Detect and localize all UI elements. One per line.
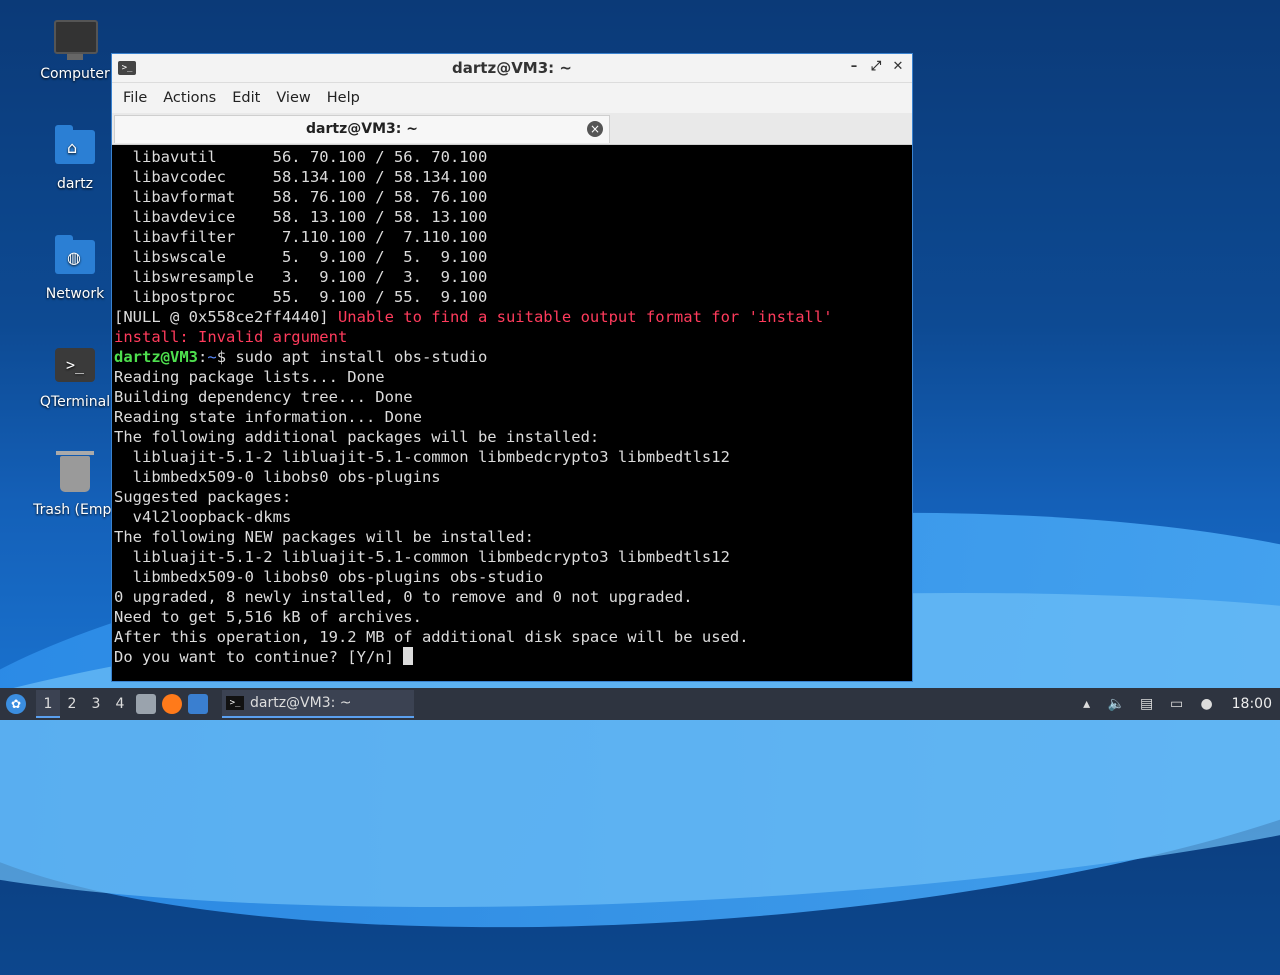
maximize-icon[interactable]: ⤢ bbox=[868, 58, 884, 76]
terminal-error-line: [NULL @ 0x558ce2ff4440] Unable to find a… bbox=[114, 307, 910, 327]
close-icon[interactable]: ✕ bbox=[890, 58, 906, 76]
terminal-line: libluajit-5.1-2 libluajit-5.1-common lib… bbox=[114, 548, 730, 566]
terminal-line: libavdevice 58. 13.100 / 58. 13.100 bbox=[114, 208, 488, 226]
terminal-line: libavutil 56. 70.100 / 56. 70.100 bbox=[114, 148, 488, 166]
terminal-line: 0 upgraded, 8 newly installed, 0 to remo… bbox=[114, 588, 693, 606]
workspace-3[interactable]: 3 bbox=[84, 696, 108, 712]
prompt-dir: ~ bbox=[207, 348, 217, 366]
terminal-input-line[interactable]: Do you want to continue? [Y/n] bbox=[114, 647, 910, 667]
terminal-icon: >_ bbox=[226, 696, 244, 710]
firefox-icon[interactable] bbox=[162, 694, 182, 714]
taskbar-window-label: dartz@VM3: ~ bbox=[250, 695, 352, 711]
menu-file[interactable]: File bbox=[116, 90, 154, 106]
trash-icon bbox=[54, 451, 96, 496]
terminal-line: libmbedx509-0 libobs0 obs-plugins obs-st… bbox=[114, 568, 544, 586]
workspace-2[interactable]: 2 bbox=[60, 696, 84, 712]
menu-edit[interactable]: Edit bbox=[225, 90, 267, 106]
terminal-icon: >_ bbox=[54, 348, 96, 388]
system-tray: ▴ 🔈 ▤ ▭ ● 18:00 bbox=[1072, 688, 1280, 720]
file-manager-icon[interactable] bbox=[136, 694, 156, 714]
terminal-prompt-line: dartz@VM3:~$ sudo apt install obs-studio bbox=[114, 347, 910, 367]
desktop-icon-label: Trash (Empt bbox=[33, 502, 117, 518]
network-folder-icon: ◍ bbox=[54, 235, 96, 280]
terminal-line: libpostproc 55. 9.100 / 55. 9.100 bbox=[114, 288, 488, 306]
workspace-1[interactable]: 1 bbox=[36, 690, 60, 718]
tab-label: dartz@VM3: ~ bbox=[306, 121, 418, 137]
clock[interactable]: 18:00 bbox=[1232, 696, 1272, 712]
terminal-window[interactable]: >_ dartz@VM3: ~ – ⤢ ✕ File Actions Edit … bbox=[111, 53, 913, 682]
start-menu-icon[interactable]: ✿ bbox=[6, 694, 26, 714]
terminal-line: Suggested packages: bbox=[114, 488, 292, 506]
desktop-icon-label: Computer bbox=[40, 66, 110, 82]
terminal-line: libluajit-5.1-2 libluajit-5.1-common lib… bbox=[114, 448, 730, 466]
prompt-sep: : bbox=[198, 348, 208, 366]
continue-prompt: Do you want to continue? [Y/n] bbox=[114, 648, 404, 666]
terminal-line: libavfilter 7.110.100 / 7.110.100 bbox=[114, 228, 488, 246]
computer-icon bbox=[54, 20, 98, 60]
tab-bar: dartz@VM3: ~ × bbox=[112, 113, 912, 145]
tab-terminal[interactable]: dartz@VM3: ~ × bbox=[114, 115, 610, 143]
desktop-icon-network[interactable]: ◍ Network bbox=[25, 235, 125, 302]
terminal-output[interactable]: libavutil 56. 70.100 / 56. 70.100 libavc… bbox=[112, 145, 912, 681]
terminal-error-line: install: Invalid argument bbox=[114, 328, 348, 346]
clipboard-icon[interactable]: ▤ bbox=[1138, 696, 1156, 712]
tab-close-icon[interactable]: × bbox=[587, 121, 603, 137]
terminal-line: The following additional packages will b… bbox=[114, 428, 600, 446]
terminal-line: Reading state information... Done bbox=[114, 408, 422, 426]
terminal-line: Building dependency tree... Done bbox=[114, 388, 413, 406]
desktop-icon-trash[interactable]: Trash (Empt bbox=[25, 451, 125, 518]
terminal-line: libswscale 5. 9.100 / 5. 9.100 bbox=[114, 248, 488, 266]
terminal-line: libmbedx509-0 libobs0 obs-plugins bbox=[114, 468, 441, 486]
show-desktop-icon[interactable] bbox=[188, 694, 208, 714]
volume-icon[interactable]: 🔈 bbox=[1108, 696, 1126, 712]
null-pointer-prefix: [NULL @ 0x558ce2ff4440] bbox=[114, 308, 329, 326]
error-message: Unable to find a suitable output format … bbox=[328, 308, 833, 326]
menu-bar: File Actions Edit View Help bbox=[112, 83, 912, 113]
desktop-icon-label: QTerminal bbox=[39, 394, 111, 410]
terminal-line: The following NEW packages will be insta… bbox=[114, 528, 534, 546]
desktop-icon-home[interactable]: ⌂ dartz bbox=[25, 125, 125, 192]
taskbar: ✿ 1 2 3 4 >_ dartz@VM3: ~ ▴ 🔈 ▤ ▭ ● 18:0… bbox=[0, 688, 1280, 720]
desktop-icon-label: Network bbox=[45, 286, 105, 302]
network-icon[interactable]: ▭ bbox=[1168, 696, 1186, 712]
minimize-icon[interactable]: – bbox=[846, 58, 862, 76]
home-folder-icon: ⌂ bbox=[54, 125, 96, 170]
desktop-icon-computer[interactable]: Computer bbox=[25, 20, 125, 82]
desktop-icon-label: dartz bbox=[56, 176, 94, 192]
terminal-line: libavformat 58. 76.100 / 58. 76.100 bbox=[114, 188, 488, 206]
terminal-app-icon[interactable]: >_ bbox=[118, 61, 136, 75]
terminal-line: Reading package lists... Done bbox=[114, 368, 385, 386]
menu-view[interactable]: View bbox=[269, 90, 317, 106]
prompt-command: $ sudo apt install obs-studio bbox=[216, 348, 488, 366]
workspace-4[interactable]: 4 bbox=[108, 696, 132, 712]
menu-help[interactable]: Help bbox=[320, 90, 367, 106]
update-notifier-icon[interactable]: ● bbox=[1198, 696, 1216, 712]
taskbar-window-button[interactable]: >_ dartz@VM3: ~ bbox=[222, 690, 414, 718]
menu-actions[interactable]: Actions bbox=[156, 90, 223, 106]
text-cursor bbox=[403, 647, 414, 665]
terminal-line: After this operation, 19.2 MB of additio… bbox=[114, 628, 749, 646]
prompt-user: dartz@VM3 bbox=[114, 348, 198, 366]
window-titlebar[interactable]: >_ dartz@VM3: ~ – ⤢ ✕ bbox=[112, 54, 912, 83]
window-title: dartz@VM3: ~ bbox=[452, 59, 572, 77]
tray-arrow-icon[interactable]: ▴ bbox=[1078, 696, 1096, 712]
terminal-line: libavcodec 58.134.100 / 58.134.100 bbox=[114, 168, 488, 186]
desktop-icon-qterminal[interactable]: >_ QTerminal bbox=[25, 348, 125, 410]
terminal-line: libswresample 3. 9.100 / 3. 9.100 bbox=[114, 268, 488, 286]
terminal-line: Need to get 5,516 kB of archives. bbox=[114, 608, 422, 626]
terminal-line: v4l2loopback-dkms bbox=[114, 508, 292, 526]
